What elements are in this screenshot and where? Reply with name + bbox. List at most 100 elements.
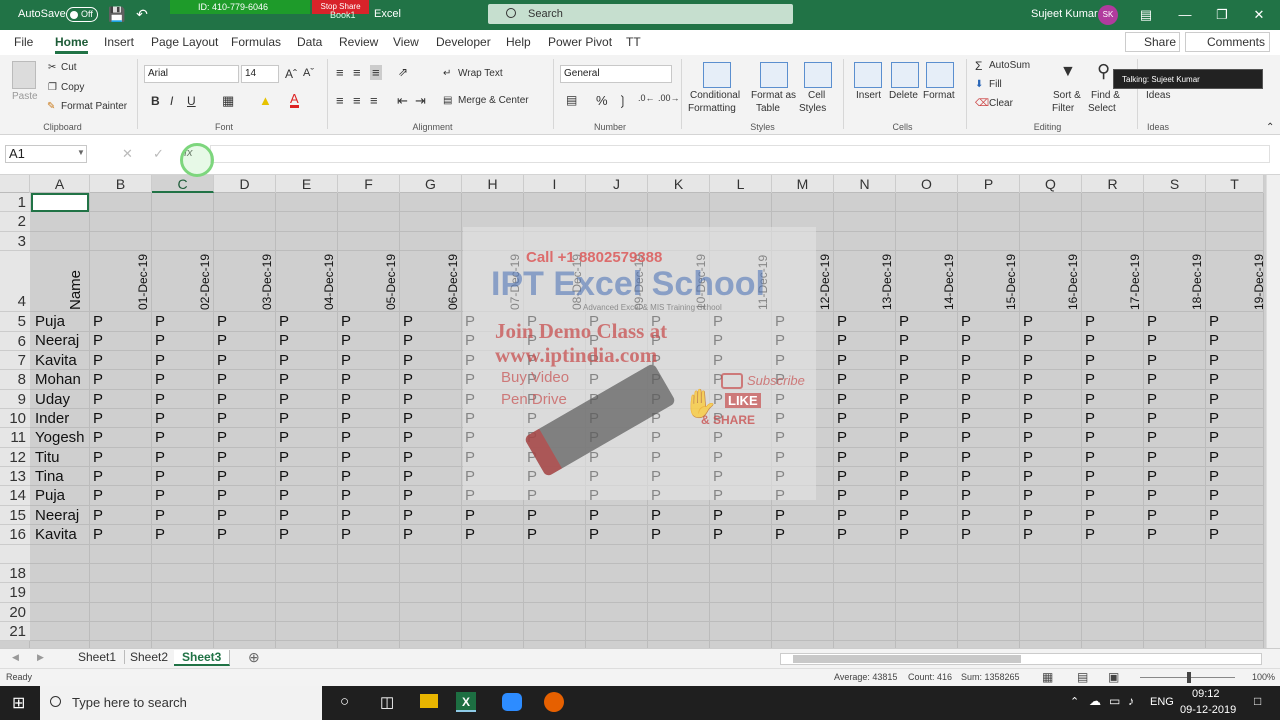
tab-help[interactable]: Help — [506, 35, 531, 49]
attendance-cell[interactable]: P — [1085, 313, 1095, 330]
tab-formulas[interactable]: Formulas — [231, 35, 281, 49]
attendance-cell[interactable]: P — [527, 507, 537, 524]
font-name-select[interactable]: Arial — [144, 65, 239, 83]
attendance-cell[interactable]: P — [93, 313, 103, 330]
tab-home[interactable]: Home — [55, 35, 89, 54]
attendance-cell[interactable]: P — [1023, 352, 1033, 369]
attendance-cell[interactable]: P — [155, 526, 165, 543]
attendance-cell[interactable]: P — [403, 313, 413, 330]
tab-file[interactable]: File — [14, 35, 33, 49]
scissors-icon[interactable]: ✂ — [48, 62, 56, 73]
attendance-cell[interactable]: P — [93, 371, 103, 388]
col-header-k[interactable]: K — [648, 175, 710, 193]
date-header-cell[interactable]: 14-Dec-19 — [942, 250, 956, 310]
row-header-13[interactable]: 13 — [0, 467, 30, 486]
accounting-icon[interactable]: ▤ — [566, 93, 577, 107]
attendance-cell[interactable]: P — [155, 332, 165, 349]
attendance-cell[interactable]: P — [837, 468, 847, 485]
attendance-cell[interactable]: P — [217, 526, 227, 543]
col-header-t[interactable]: T — [1206, 175, 1264, 193]
date-header-cell[interactable]: 05-Dec-19 — [384, 250, 398, 310]
prev-sheet-icon[interactable]: ◀ — [12, 652, 19, 663]
name-cell[interactable]: Uday — [35, 391, 70, 408]
page-layout-view-icon[interactable]: ▤ — [1077, 670, 1088, 684]
attendance-cell[interactable]: P — [775, 507, 785, 524]
increase-decimal-icon[interactable]: .0← — [638, 93, 655, 103]
row-header-9[interactable]: 9 — [0, 390, 30, 409]
volume-icon[interactable]: ♪ — [1128, 694, 1134, 708]
attendance-cell[interactable]: P — [961, 410, 971, 427]
wrap-text-button[interactable]: Wrap Text — [458, 68, 503, 79]
attendance-cell[interactable]: P — [775, 526, 785, 543]
date-header-cell[interactable]: 04-Dec-19 — [322, 250, 336, 310]
undo-icon[interactable]: ↶ — [133, 5, 151, 23]
cut-button[interactable]: Cut — [61, 62, 77, 73]
italic-button[interactable]: I — [170, 94, 173, 108]
find-select-icon[interactable]: ⚲ — [1097, 61, 1110, 82]
attendance-cell[interactable]: P — [899, 313, 909, 330]
col-header-a[interactable]: A — [30, 175, 90, 193]
attendance-cell[interactable]: P — [217, 487, 227, 504]
windows-start-icon[interactable]: ⊞ — [12, 693, 25, 713]
col-header-s[interactable]: S — [1144, 175, 1206, 193]
horizontal-scrollbar[interactable] — [780, 653, 1262, 665]
align-bottom-icon[interactable]: ≡ — [370, 65, 382, 80]
row-header-3[interactable]: 3 — [0, 232, 30, 251]
name-cell[interactable]: Titu — [35, 449, 59, 466]
attendance-cell[interactable]: P — [1023, 429, 1033, 446]
attendance-cell[interactable]: P — [961, 429, 971, 446]
attendance-cell[interactable]: P — [837, 371, 847, 388]
attendance-cell[interactable]: P — [1085, 371, 1095, 388]
format-as-table-label-2[interactable]: Table — [756, 103, 780, 114]
name-cell[interactable]: Kavita — [35, 352, 77, 369]
row-header-19[interactable]: 19 — [0, 583, 30, 603]
firefox-icon[interactable] — [544, 692, 564, 712]
attendance-cell[interactable]: P — [837, 313, 847, 330]
attendance-cell[interactable]: P — [1085, 352, 1095, 369]
attendance-cell[interactable]: P — [465, 507, 475, 524]
attendance-cell[interactable]: P — [961, 391, 971, 408]
attendance-cell[interactable]: P — [217, 332, 227, 349]
attendance-cell[interactable]: P — [1147, 468, 1157, 485]
attendance-cell[interactable]: P — [341, 429, 351, 446]
file-explorer-icon[interactable] — [420, 694, 438, 708]
share-button[interactable]: Share — [1125, 32, 1180, 52]
attendance-cell[interactable]: P — [279, 371, 289, 388]
attendance-cell[interactable]: P — [589, 507, 599, 524]
attendance-cell[interactable]: P — [837, 332, 847, 349]
attendance-cell[interactable]: P — [899, 487, 909, 504]
minimize-icon[interactable]: — — [1174, 5, 1196, 25]
format-painter-button[interactable]: Format Painter — [61, 101, 127, 112]
date-header-cell[interactable]: 01-Dec-19 — [136, 250, 150, 310]
tab-insert[interactable]: Insert — [104, 35, 134, 49]
cortana-icon[interactable]: ○ — [340, 693, 349, 710]
attendance-cell[interactable]: P — [1085, 410, 1095, 427]
attendance-cell[interactable]: P — [279, 487, 289, 504]
attendance-cell[interactable]: P — [1023, 487, 1033, 504]
attendance-cell[interactable]: P — [155, 352, 165, 369]
zoom-app-icon[interactable] — [502, 693, 522, 711]
attendance-cell[interactable]: P — [899, 391, 909, 408]
row-header-8[interactable]: 8 — [0, 370, 30, 390]
attendance-cell[interactable]: P — [341, 507, 351, 524]
row-header-14[interactable]: 14 — [0, 486, 30, 506]
format-cells-icon[interactable] — [926, 62, 954, 88]
attendance-cell[interactable]: P — [1085, 449, 1095, 466]
attendance-cell[interactable]: P — [279, 410, 289, 427]
attendance-cell[interactable]: P — [899, 468, 909, 485]
attendance-cell[interactable]: P — [155, 507, 165, 524]
sort-filter-icon[interactable]: ▼ — [1060, 63, 1076, 81]
tray-arrow-icon[interactable]: ⌃ — [1070, 695, 1079, 708]
attendance-cell[interactable]: P — [279, 352, 289, 369]
avatar[interactable]: SK — [1098, 5, 1118, 25]
attendance-cell[interactable]: P — [93, 352, 103, 369]
attendance-cell[interactable]: P — [155, 313, 165, 330]
date-header-cell[interactable]: 18-Dec-19 — [1190, 250, 1204, 310]
borders-icon[interactable]: ▦ — [222, 93, 234, 109]
attendance-cell[interactable]: P — [961, 352, 971, 369]
row-header-21[interactable]: 21 — [0, 622, 30, 641]
restore-icon[interactable]: ❐ — [1211, 5, 1233, 25]
attendance-cell[interactable]: P — [527, 526, 537, 543]
attendance-cell[interactable]: P — [589, 526, 599, 543]
col-header-b[interactable]: B — [90, 175, 152, 193]
